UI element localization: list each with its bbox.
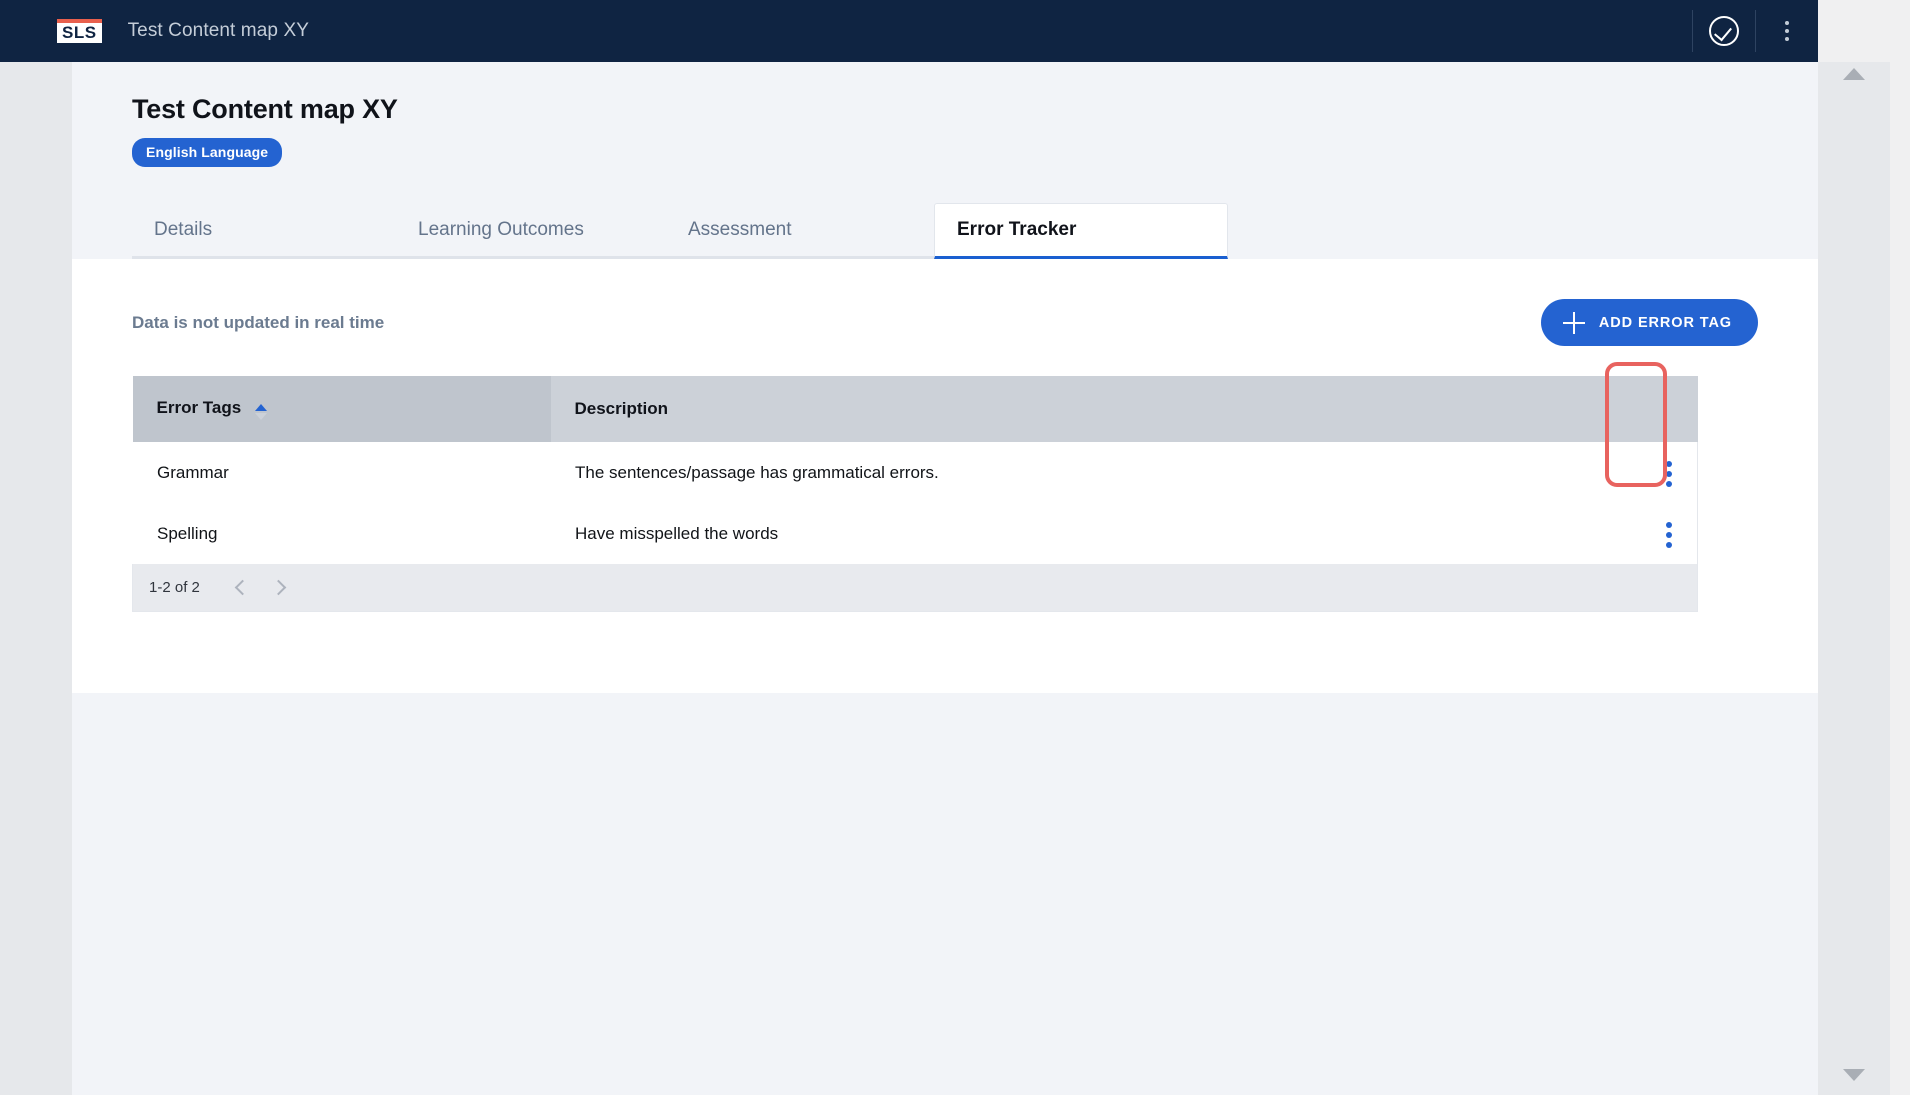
chevron-left-icon	[235, 579, 251, 596]
table-pagination: 1-2 of 2	[132, 564, 1698, 612]
cell-row-actions	[1631, 442, 1698, 503]
app-root: SLS Test Content map XY Test Content map…	[0, 0, 1910, 1095]
vertical-scrollbar[interactable]	[1818, 62, 1890, 1095]
sort-desc-arrow-icon	[254, 413, 267, 420]
row-menu-button[interactable]	[1656, 455, 1682, 493]
tab-error-tracker[interactable]: Error Tracker	[934, 203, 1228, 259]
sort-arrows-icon[interactable]	[254, 404, 267, 420]
pagination-next-button[interactable]	[264, 571, 298, 605]
kebab-menu-icon	[1785, 21, 1789, 41]
tab-learning-outcomes[interactable]: Learning Outcomes	[396, 203, 666, 259]
tab-details-label: Details	[154, 218, 213, 240]
sort-asc-arrow-icon	[254, 404, 267, 411]
scroll-up-arrow-icon[interactable]	[1843, 68, 1865, 80]
table-header-row: Error Tags Description	[132, 376, 1698, 442]
page-content: Test Content map XY English Language Det…	[72, 62, 1818, 1095]
sls-logo-icon: SLS	[57, 19, 102, 43]
cell-row-actions	[1631, 503, 1698, 564]
column-header-description-label: Description	[574, 399, 669, 418]
pagination-range-label: 1-2 of 2	[149, 579, 200, 596]
tab-error-tracker-label: Error Tracker	[957, 219, 1077, 240]
cell-error-tag: Grammar	[132, 442, 551, 503]
realtime-note: Data is not updated in real time	[132, 312, 385, 332]
status-check-button[interactable]	[1693, 0, 1755, 62]
table-row[interactable]: Grammar The sentences/passage has gramma…	[132, 442, 1698, 503]
column-header-description[interactable]: Description	[550, 376, 1632, 442]
add-error-tag-button[interactable]: ADD ERROR TAG	[1540, 299, 1758, 346]
cell-description: Have misspelled the words	[550, 503, 1632, 564]
top-navigation-bar: SLS Test Content map XY	[0, 0, 1818, 62]
pagination-prev-button[interactable]	[224, 571, 258, 605]
column-header-error-tags[interactable]: Error Tags	[132, 376, 551, 442]
topbar-title: Test Content map XY	[127, 20, 309, 41]
cell-error-tag: Spelling	[132, 503, 551, 564]
table-head: Error Tags Description	[132, 376, 1698, 442]
subject-badge: English Language	[132, 138, 283, 167]
tab-bar: Details Learning Outcomes Assessment Err…	[132, 203, 1232, 259]
outer-right-margin	[1890, 0, 1910, 1095]
add-error-tag-label: ADD ERROR TAG	[1598, 314, 1732, 331]
page-header: Test Content map XY English Language	[72, 62, 1818, 167]
scroll-down-arrow-icon[interactable]	[1843, 1069, 1865, 1081]
table-row[interactable]: Spelling Have misspelled the words	[132, 503, 1698, 564]
tab-assessment[interactable]: Assessment	[666, 203, 934, 259]
topbar-actions	[1692, 0, 1818, 62]
plus-icon	[1562, 311, 1585, 334]
tab-learning-outcomes-label: Learning Outcomes	[418, 218, 584, 240]
check-circle-icon	[1709, 16, 1739, 46]
error-tags-table: Error Tags Description Grammar The sente…	[132, 376, 1698, 564]
error-tracker-panel: Data is not updated in real time ADD ERR…	[72, 259, 1818, 693]
panel-toolbar: Data is not updated in real time ADD ERR…	[132, 299, 1758, 346]
brand-logo[interactable]: SLS	[57, 19, 102, 43]
tab-assessment-label: Assessment	[688, 218, 792, 240]
topbar-overflow-menu-button[interactable]	[1756, 0, 1818, 62]
tab-details[interactable]: Details	[132, 203, 396, 259]
table-body: Grammar The sentences/passage has gramma…	[132, 442, 1698, 564]
column-header-error-tags-label: Error Tags	[156, 398, 242, 417]
page-filler	[72, 693, 1818, 986]
row-menu-button[interactable]	[1656, 516, 1682, 554]
column-header-actions	[1631, 376, 1698, 442]
left-gutter	[0, 62, 72, 1095]
cell-description: The sentences/passage has grammatical er…	[550, 442, 1632, 503]
chevron-right-icon	[271, 579, 287, 596]
page-title: Test Content map XY	[132, 94, 398, 124]
